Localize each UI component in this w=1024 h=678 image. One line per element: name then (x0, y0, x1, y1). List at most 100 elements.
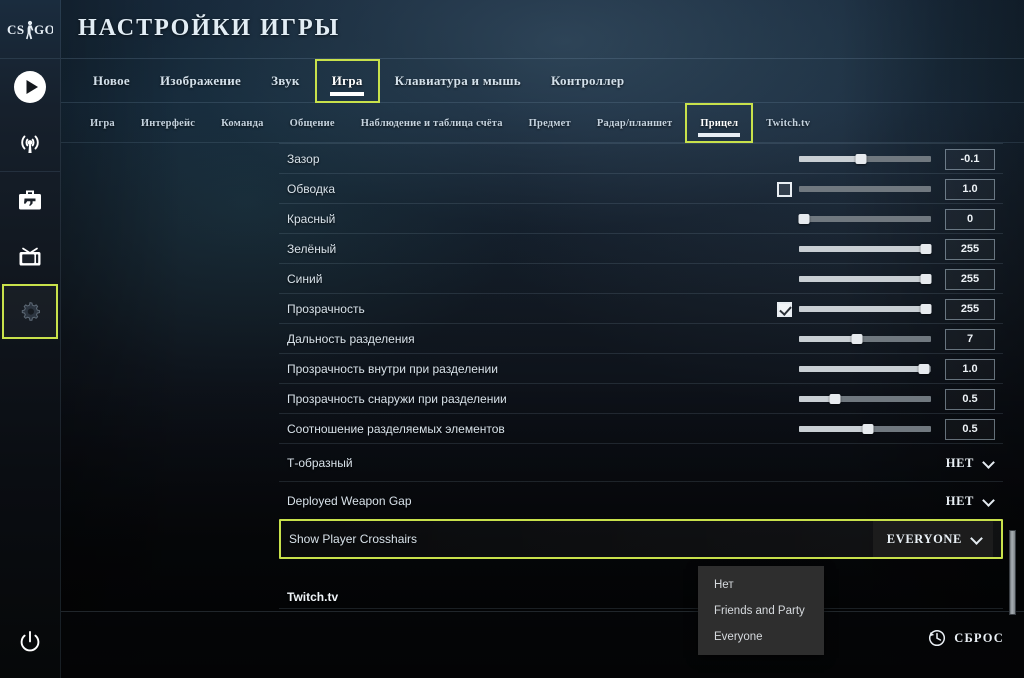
slider-knob[interactable] (862, 424, 874, 434)
checkbox-outline[interactable] (777, 181, 792, 197)
slider-alpha[interactable] (799, 304, 932, 314)
dropdown-t-style[interactable]: НЕТ (946, 444, 995, 482)
slider-fill (799, 156, 862, 162)
sidebar-item-broadcast[interactable] (0, 115, 60, 171)
setting-control: 255 (777, 294, 1003, 324)
tab-novoe[interactable]: Новое (78, 59, 145, 103)
dropdown-value: EVERYONE (886, 531, 962, 546)
chevron-down-icon (983, 495, 995, 507)
sub-tabbar: Игра Интерфейс Команда Общение Наблюдени… (61, 103, 1024, 143)
reset-button[interactable]: СБРОС (928, 629, 1004, 647)
setting-label: Дальность разделения (287, 331, 415, 346)
setting-label: Зелёный (287, 241, 337, 256)
setting-control: -0.1 (777, 144, 1003, 174)
setting-row-deployed-weapon-gap: Deployed Weapon Gap НЕТ (279, 481, 1003, 519)
watch-icon (19, 247, 41, 266)
setting-control: 0.5 (777, 384, 1003, 414)
window-header: НАСТРОЙКИ ИГРЫ (61, 0, 1024, 59)
checkbox-alpha[interactable] (777, 301, 792, 317)
setting-label: Show Player Crosshairs (289, 532, 418, 546)
value-gap[interactable]: -0.1 (945, 148, 995, 170)
value-inner-split-alpha[interactable]: 1.0 (945, 358, 995, 380)
slider-knob[interactable] (798, 214, 810, 224)
slider-split-ratio[interactable] (799, 424, 931, 434)
slider-fill (799, 276, 926, 282)
subtab-label: Интерфейс (140, 117, 196, 129)
value-alpha[interactable]: 255 (945, 298, 995, 320)
slider-red[interactable] (798, 214, 931, 224)
value-outer-split-alpha[interactable]: 0.5 (945, 388, 995, 410)
value-blue[interactable]: 255 (945, 268, 995, 290)
setting-label: Прозрачность внутри при разделении (287, 361, 498, 376)
page-title: НАСТРОЙКИ ИГРЫ (78, 15, 341, 41)
slider-blue[interactable] (799, 274, 932, 284)
slider-green[interactable] (799, 244, 932, 254)
subtab-radar-tablet[interactable]: Радар/планшет (584, 103, 686, 143)
subtab-twitchtv[interactable]: Twitch.tv (753, 103, 823, 143)
slider-knob[interactable] (920, 244, 932, 254)
slider-fill (799, 306, 926, 312)
sidebar-item-power[interactable] (0, 616, 60, 668)
dropdown-deployed-weapon-gap[interactable]: НЕТ (946, 482, 995, 520)
tab-keyboard-mouse[interactable]: Клавиатура и мышь (380, 59, 536, 103)
slider-gap[interactable] (799, 154, 931, 164)
sidebar-item-play[interactable] (0, 59, 60, 115)
scrollbar-thumb[interactable] (1009, 530, 1016, 615)
menu-item-net[interactable]: Нет (698, 572, 824, 598)
power-icon (20, 631, 40, 652)
dropdown-menu-show-player-crosshairs: Нет Friends and Party Everyone (698, 566, 824, 655)
sidebar-item-watch[interactable] (0, 228, 60, 284)
value-outline[interactable]: 1.0 (945, 178, 995, 200)
value-split-ratio[interactable]: 0.5 (945, 418, 995, 440)
subtab-label: Прицел (700, 117, 739, 129)
subtab-label: Общение (289, 117, 335, 129)
slider-knob[interactable] (855, 154, 867, 164)
slider-knob[interactable] (918, 364, 930, 374)
tab-image[interactable]: Изображение (145, 59, 256, 103)
tab-label: Контроллер (550, 73, 625, 88)
tab-game[interactable]: Игра (314, 59, 380, 103)
menu-item-friends-and-party[interactable]: Friends and Party (698, 598, 824, 624)
slider-knob[interactable] (829, 394, 841, 404)
slider-knob[interactable] (851, 334, 863, 344)
subtab-label: Команда (221, 117, 264, 129)
subtab-spectate-scoreboard[interactable]: Наблюдение и таблица счёта (348, 103, 516, 143)
value-split-distance[interactable]: 7 (945, 328, 995, 350)
sidebar-item-settings[interactable] (2, 284, 58, 339)
subtab-communication[interactable]: Общение (277, 103, 348, 143)
setting-row-split-ratio: Соотношение разделяемых элементов 0.5 (279, 413, 1003, 443)
csgo-settings-window: CS GO НАСТРОЙКИ ИГРЫ Новое Изображение З… (0, 0, 1024, 678)
dropdown-show-player-crosshairs[interactable]: EVERYONE (872, 521, 993, 557)
setting-control: 0 (777, 204, 1003, 234)
value-green[interactable]: 255 (945, 238, 995, 260)
setting-label: Прозрачность снаружи при разделении (287, 391, 507, 406)
subtab-interface[interactable]: Интерфейс (128, 103, 208, 143)
sidebar-item-inventory[interactable] (0, 172, 60, 228)
slider-inner-split-alpha[interactable] (799, 364, 931, 374)
subtab-game[interactable]: Игра (77, 103, 128, 143)
slider-outline[interactable] (799, 186, 931, 192)
menu-item-everyone[interactable]: Everyone (698, 624, 824, 650)
setting-control: 1.0 (777, 354, 1003, 384)
subtab-label: Радар/планшет (596, 117, 673, 129)
footer-bar: СБРОС (61, 611, 1024, 678)
setting-label: Соотношение разделяемых элементов (287, 421, 505, 436)
scrollbar-track[interactable] (1009, 145, 1016, 615)
slider-knob[interactable] (920, 274, 932, 284)
subtab-team[interactable]: Команда (208, 103, 276, 143)
reset-history-icon (929, 629, 946, 647)
setting-row-green: Зелёный 255 (279, 233, 1003, 263)
tab-controller[interactable]: Контроллер (536, 59, 639, 103)
tab-sound[interactable]: Звук (256, 59, 315, 103)
broadcast-icon (21, 135, 39, 153)
subtab-crosshair[interactable]: Прицел (685, 103, 754, 143)
slider-knob[interactable] (920, 304, 932, 314)
tab-label: Звук (271, 73, 300, 88)
setting-control: 0.5 (777, 414, 1003, 444)
section-header-label: Twitch.tv (287, 590, 339, 604)
slider-split-distance[interactable] (799, 334, 931, 344)
slider-outer-split-alpha[interactable] (799, 394, 931, 404)
value-red[interactable]: 0 (945, 208, 995, 230)
subtab-item[interactable]: Предмет (516, 103, 584, 143)
subtab-label: Игра (90, 117, 115, 129)
